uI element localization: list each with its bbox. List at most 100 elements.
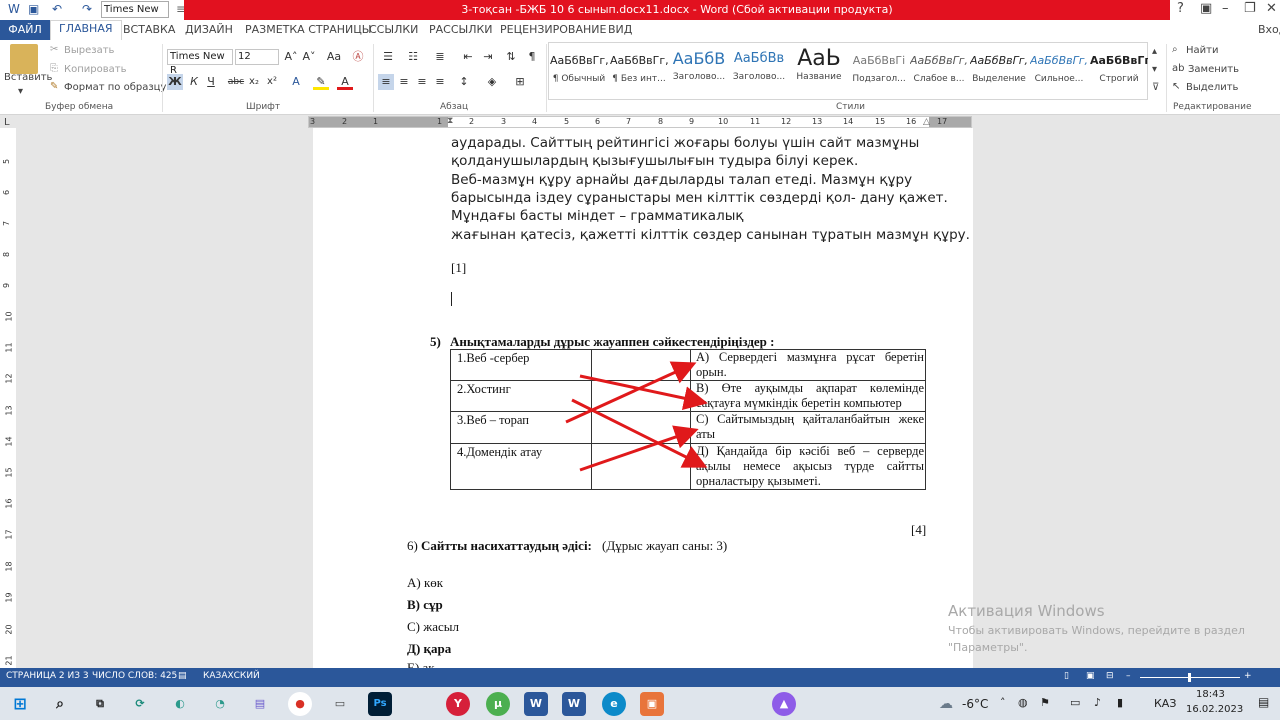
search-icon[interactable]: ⌕ bbox=[48, 692, 72, 716]
app-icon[interactable]: ▣ bbox=[640, 692, 664, 716]
task-view-icon[interactable]: ⧉ bbox=[88, 692, 112, 716]
save-app-icon[interactable]: ▤ bbox=[248, 692, 272, 716]
word-count[interactable]: ЧИСЛО СЛОВ: 425 bbox=[92, 671, 177, 681]
tray-icon[interactable]: ⚑ bbox=[1040, 696, 1050, 709]
app-icon[interactable]: ▲ bbox=[772, 692, 796, 716]
clear-formatting-icon[interactable]: Ⓐ bbox=[350, 49, 366, 65]
proofing-icon[interactable]: ▤ bbox=[178, 671, 187, 681]
clock-date[interactable]: 16.02.2023 bbox=[1186, 704, 1243, 715]
numbering-icon[interactable]: ☷ bbox=[405, 49, 421, 65]
align-center-icon[interactable]: ≡ bbox=[396, 74, 412, 90]
style-title[interactable]: АаЬ Название bbox=[790, 46, 848, 92]
copy-button[interactable]: Копировать bbox=[64, 64, 126, 75]
ribbon-display-button[interactable]: ▣ bbox=[1200, 1, 1212, 16]
sound-icon[interactable]: ♪ bbox=[1094, 696, 1101, 709]
font-color-button[interactable]: A bbox=[337, 74, 353, 90]
right-indent-marker-icon[interactable]: △ bbox=[923, 117, 930, 127]
language-indicator[interactable]: КАЗАХСКИЙ bbox=[203, 671, 260, 681]
paste-button[interactable]: Вставить bbox=[4, 72, 52, 83]
style-subtle-emphasis[interactable]: АаБбВвГг, Слабое в... bbox=[910, 46, 968, 92]
find-button[interactable]: Найти bbox=[1186, 45, 1218, 56]
increase-indent-icon[interactable]: ⇥ bbox=[480, 49, 496, 65]
subscript-button[interactable]: x₂ bbox=[246, 74, 262, 90]
borders-icon[interactable]: ⊞ bbox=[512, 74, 528, 90]
tab-layout[interactable]: РАЗМЕТКА СТРАНИЦЫ bbox=[245, 23, 372, 36]
style-no-spacing[interactable]: АаБбВвГг, ¶ Без инт... bbox=[610, 46, 668, 92]
network-icon[interactable]: ▭ bbox=[1070, 696, 1080, 709]
tab-file[interactable]: ФАЙЛ bbox=[0, 20, 50, 40]
align-right-icon[interactable]: ≡ bbox=[414, 74, 430, 90]
save-icon[interactable]: ▣ bbox=[28, 2, 39, 16]
photoshop-icon[interactable]: Ps bbox=[368, 692, 392, 716]
zoom-thumb[interactable] bbox=[1188, 673, 1191, 682]
redo-icon[interactable]: ↷ bbox=[82, 2, 92, 16]
tray-chevron-icon[interactable]: ˄ bbox=[1000, 696, 1006, 709]
app-icon[interactable]: ◔ bbox=[208, 692, 232, 716]
app-icon[interactable]: ◐ bbox=[168, 692, 192, 716]
style-heading2[interactable]: АаБбВв Заголово... bbox=[730, 46, 788, 92]
torrent-icon[interactable]: µ bbox=[486, 692, 510, 716]
font-size-select[interactable]: 12 bbox=[235, 49, 279, 65]
read-mode-icon[interactable]: ▯ bbox=[1064, 671, 1069, 681]
indent-marker-icon[interactable]: ⧗ bbox=[447, 116, 453, 126]
chrome-icon[interactable]: ● bbox=[288, 692, 312, 716]
tab-view[interactable]: ВИД bbox=[608, 23, 632, 36]
underline-button[interactable]: Ч bbox=[203, 74, 219, 90]
tab-mailings[interactable]: РАССЫЛКИ bbox=[429, 23, 493, 36]
replace-button[interactable]: Заменить bbox=[1188, 64, 1239, 75]
highlight-icon[interactable]: ✎ bbox=[313, 74, 329, 90]
battery-icon[interactable]: ▮ bbox=[1117, 696, 1123, 709]
align-left-icon[interactable]: ≡ bbox=[378, 74, 394, 90]
grow-font-button[interactable]: A˄ bbox=[283, 49, 299, 65]
zoom-in-icon[interactable]: + bbox=[1244, 671, 1252, 681]
page-count[interactable]: СТРАНИЦА 2 ИЗ 3 bbox=[6, 671, 89, 681]
style-normal[interactable]: АаБбВвГг, ¶ Обычный bbox=[550, 46, 608, 92]
style-subtitle[interactable]: АаБбВвГі Подзагол... bbox=[850, 46, 908, 92]
help-button[interactable]: ? bbox=[1177, 1, 1184, 16]
app-icon[interactable]: ▭ bbox=[328, 692, 352, 716]
restore-button[interactable]: ❐ bbox=[1244, 1, 1256, 16]
italic-button[interactable]: К bbox=[186, 74, 202, 90]
bold-button[interactable]: Ж bbox=[167, 74, 183, 90]
paste-icon[interactable] bbox=[10, 44, 38, 74]
styles-more-icon[interactable]: ⊽ bbox=[1152, 82, 1159, 93]
style-intense-emphasis[interactable]: АаБбВвГг, Сильное... bbox=[1030, 46, 1088, 92]
strikethrough-button[interactable]: abc bbox=[226, 74, 246, 90]
print-layout-icon[interactable]: ▣ bbox=[1086, 671, 1095, 681]
weather-temp[interactable]: -6°C bbox=[962, 697, 988, 711]
tab-references[interactable]: ССЫЛКИ bbox=[369, 23, 418, 36]
yandex-icon[interactable]: Y bbox=[446, 692, 470, 716]
font-name-select[interactable]: Times New R bbox=[167, 49, 233, 76]
zoom-out-icon[interactable]: – bbox=[1126, 671, 1131, 681]
weather-icon[interactable]: ☁ bbox=[934, 692, 958, 716]
signin-link[interactable]: Вход bbox=[1258, 23, 1280, 36]
app-icon[interactable]: ⟳ bbox=[128, 692, 152, 716]
superscript-button[interactable]: x² bbox=[264, 74, 280, 90]
shrink-font-button[interactable]: A˅ bbox=[301, 49, 317, 65]
styles-scroll-down-icon[interactable]: ▾ bbox=[1152, 64, 1157, 75]
tab-insert[interactable]: ВСТАВКА bbox=[123, 23, 175, 36]
document-page[interactable]: аударады. Сайттың рейтингісі жоғары болу… bbox=[313, 128, 973, 675]
sort-icon[interactable]: ⇅ bbox=[503, 49, 519, 65]
tab-review[interactable]: РЕЦЕНЗИРОВАНИЕ bbox=[500, 23, 606, 36]
clock-time[interactable]: 18:43 bbox=[1196, 689, 1225, 700]
tray-icon[interactable]: ◍ bbox=[1018, 696, 1028, 709]
keyboard-language[interactable]: КАЗ bbox=[1154, 697, 1176, 710]
style-heading1[interactable]: АаБбВ Заголово... bbox=[670, 46, 728, 92]
style-strong[interactable]: АаБбВвГг, Строгий bbox=[1090, 46, 1148, 92]
style-emphasis[interactable]: АаБбВвГг, Выделение bbox=[970, 46, 1028, 92]
tab-design[interactable]: ДИЗАЙН bbox=[185, 23, 233, 36]
styles-scroll-up-icon[interactable]: ▴ bbox=[1152, 46, 1157, 57]
justify-icon[interactable]: ≡ bbox=[432, 74, 448, 90]
tab-home[interactable]: ГЛАВНАЯ bbox=[50, 20, 122, 40]
close-button[interactable]: ✕ bbox=[1266, 1, 1277, 16]
windows-start-icon[interactable]: ⊞ bbox=[8, 692, 32, 716]
multilevel-list-icon[interactable]: ≣ bbox=[432, 49, 448, 65]
qat-font-box[interactable]: Times New R bbox=[101, 1, 169, 30]
cut-button[interactable]: Вырезать bbox=[64, 45, 114, 56]
shading-icon[interactable]: ◈ bbox=[484, 74, 500, 90]
edge-icon[interactable]: e bbox=[602, 692, 626, 716]
select-button[interactable]: Выделить bbox=[1186, 82, 1238, 93]
line-spacing-icon[interactable]: ↕ bbox=[456, 74, 472, 90]
format-painter-button[interactable]: Формат по образцу bbox=[64, 82, 166, 93]
